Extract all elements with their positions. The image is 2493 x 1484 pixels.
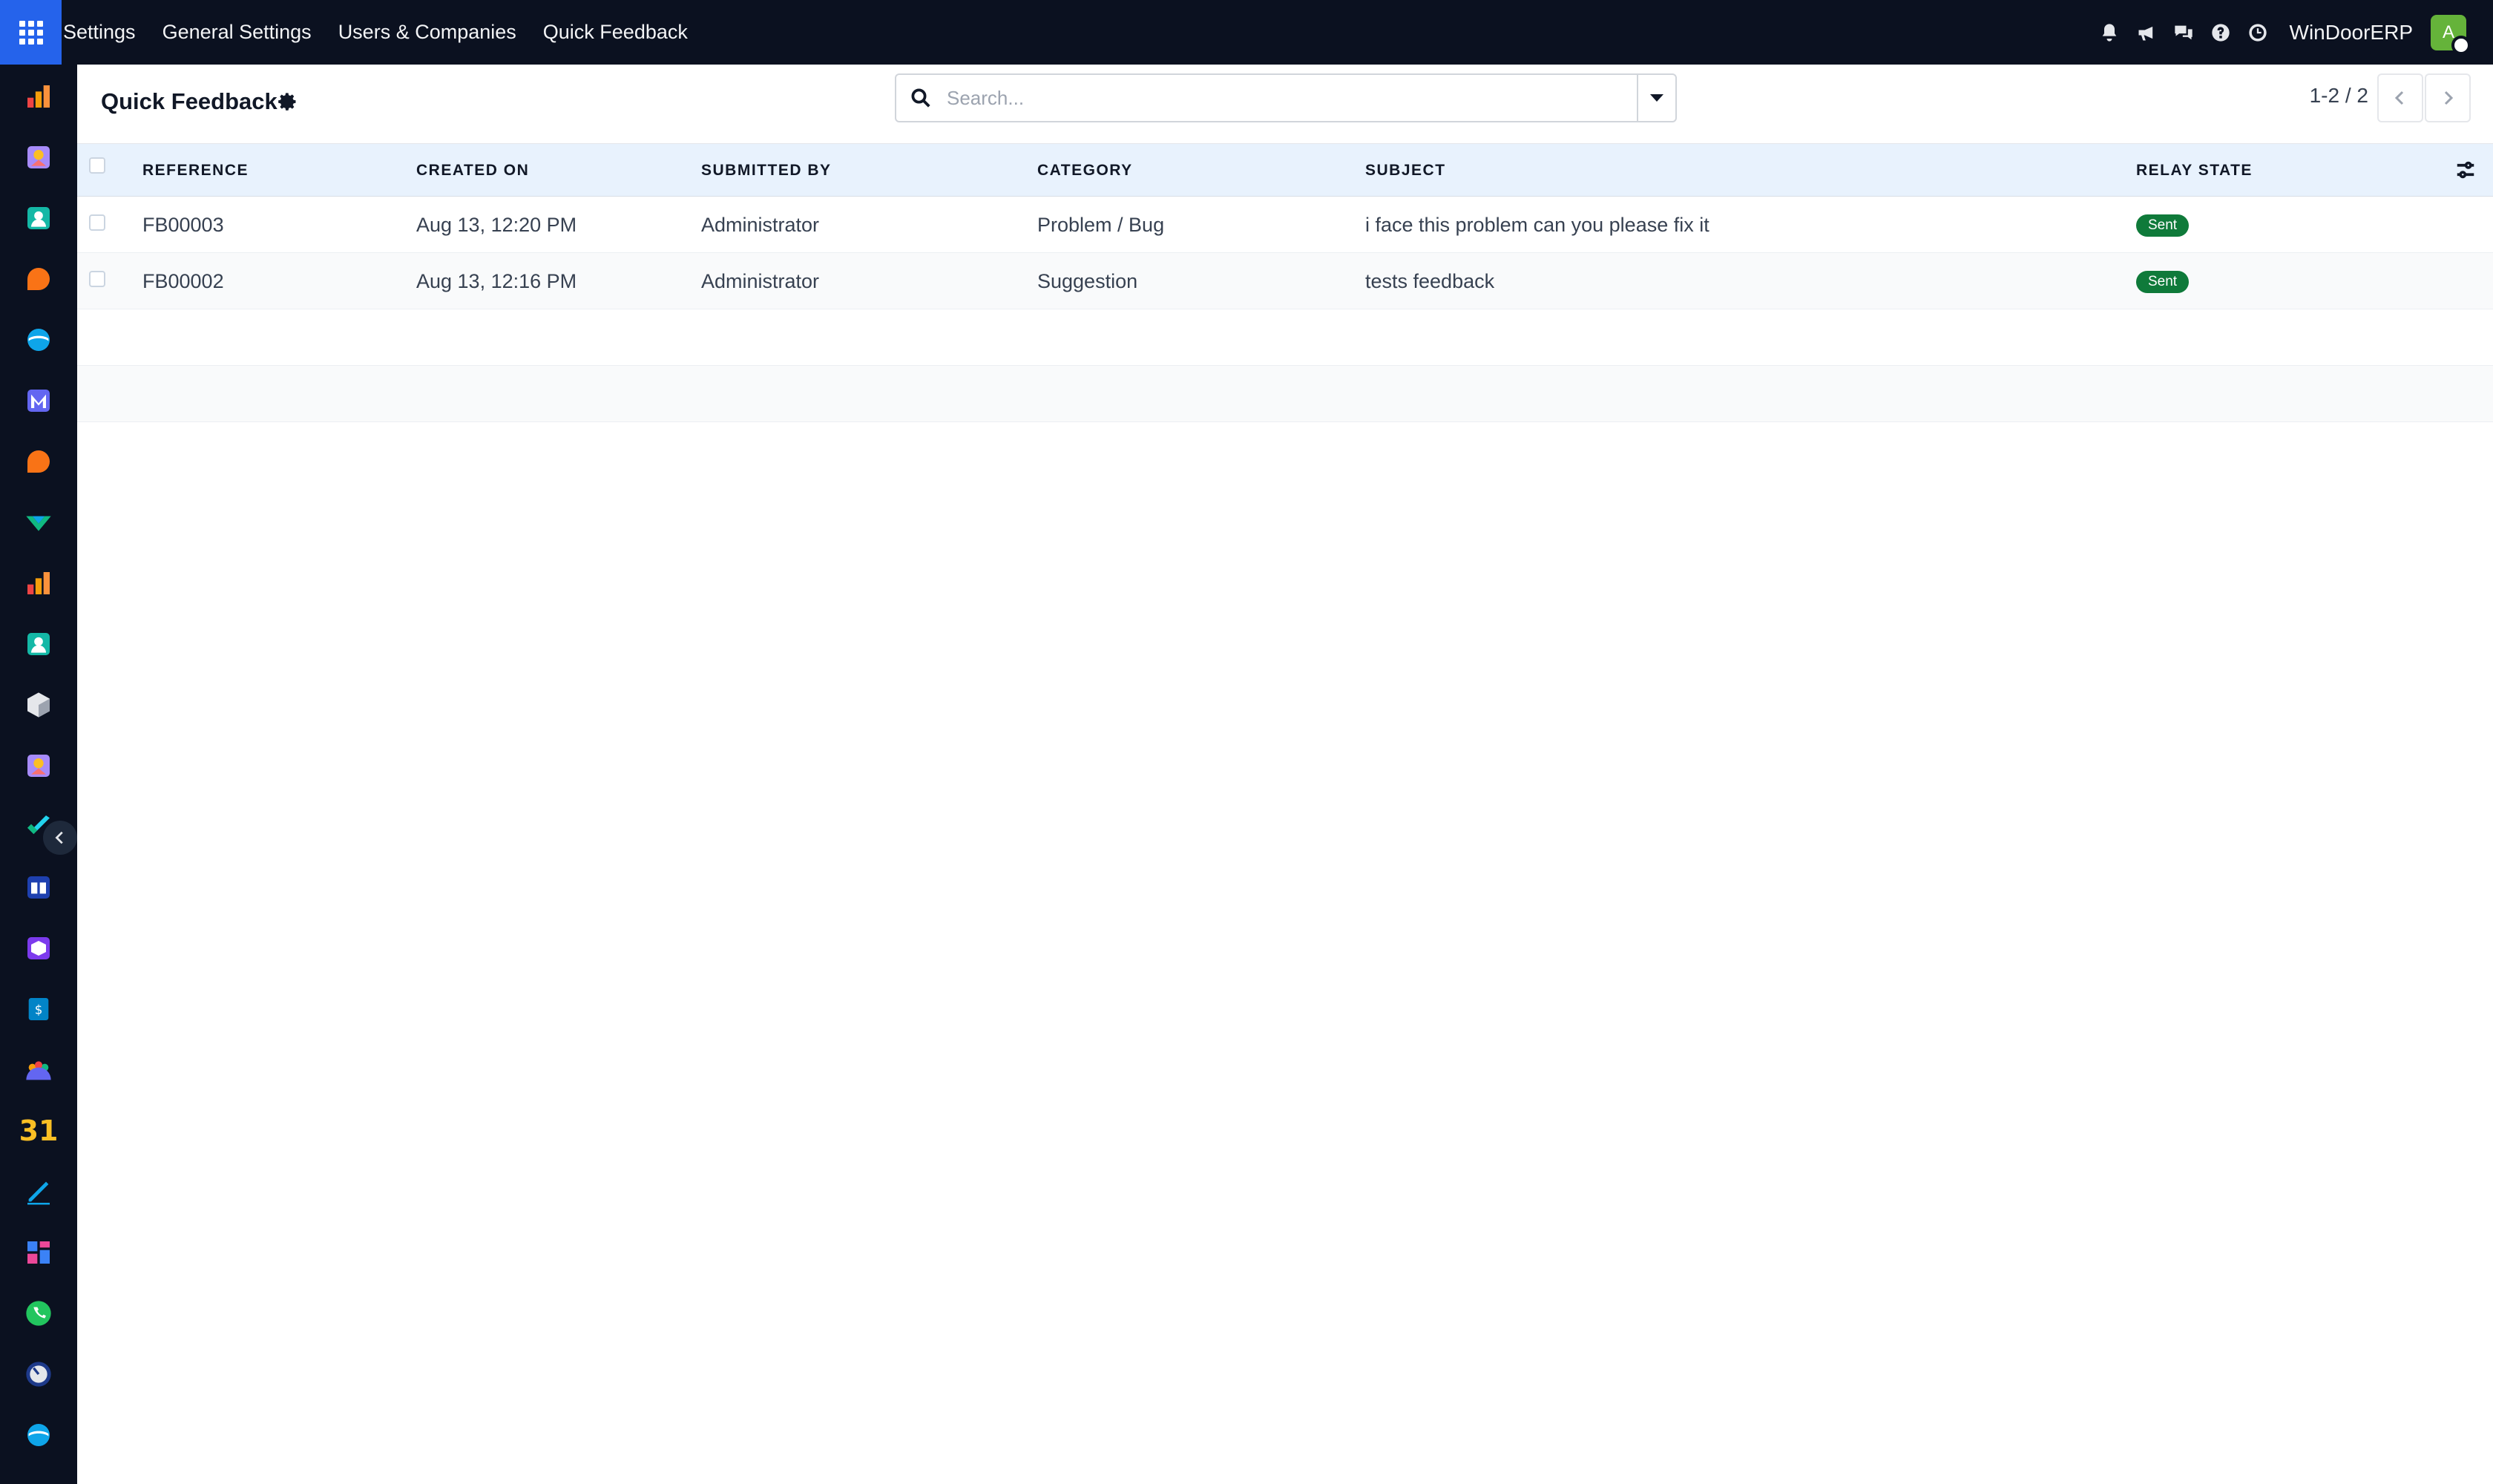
sliders-icon[interactable] — [2454, 159, 2478, 183]
status-badge: Sent — [2136, 214, 2190, 237]
cell-submitted-by: Administrator — [701, 270, 820, 292]
company-switcher[interactable]: WinDoorERP — [2276, 21, 2431, 45]
select-all-checkbox[interactable] — [89, 157, 105, 174]
status-badge: Sent — [2136, 271, 2190, 293]
gear-icon[interactable] — [277, 91, 300, 114]
chat-icon[interactable] — [2165, 0, 2202, 65]
cell-category: Suggestion — [1037, 270, 1138, 292]
menu-quick-feedback[interactable]: Quick Feedback — [530, 21, 701, 44]
row-checkbox[interactable] — [89, 271, 105, 287]
sign-app-icon[interactable] — [22, 1175, 55, 1208]
pager-previous-button[interactable] — [2377, 73, 2423, 122]
caret-down-icon — [1650, 94, 1663, 102]
menu-general-settings[interactable]: General Settings — [149, 21, 325, 44]
invoicing-app-icon[interactable]: $ — [22, 993, 55, 1025]
cell-created-on: Aug 13, 12:20 PM — [416, 214, 577, 236]
row-checkbox[interactable] — [89, 214, 105, 231]
dashboard-app-icon[interactable] — [22, 80, 55, 113]
empty-row — [77, 366, 2493, 422]
sync-app-icon[interactable] — [22, 1419, 55, 1451]
cell-reference: FB00002 — [142, 270, 224, 292]
column-header-category[interactable]: CATEGORY — [1037, 144, 1133, 197]
app-menu-button[interactable] — [0, 0, 62, 65]
table-row[interactable]: FB00003 Aug 13, 12:20 PM Administrator P… — [77, 197, 2493, 253]
column-header-reference[interactable]: REFERENCE — [142, 144, 249, 197]
page-title: Quick Feedback — [101, 88, 277, 114]
chevron-left-icon — [2394, 91, 2404, 105]
table-row[interactable]: FB00002 Aug 13, 12:16 PM Administrator S… — [77, 253, 2493, 309]
contacts-app-icon[interactable] — [22, 141, 55, 174]
menu-users-companies[interactable]: Users & Companies — [325, 21, 530, 44]
dashboard-app-icon[interactable] — [22, 567, 55, 600]
calendar-app-icon[interactable]: 31 — [19, 1114, 59, 1147]
search-input[interactable] — [947, 82, 1615, 114]
cell-submitted-by: Administrator — [701, 214, 820, 236]
systray: WinDoorERP A — [2091, 0, 2493, 65]
menu-settings[interactable]: Settings — [62, 21, 149, 44]
app-sidebar: $ 31 — [0, 65, 77, 1484]
website-app-icon[interactable] — [22, 1236, 55, 1269]
cell-subject: i face this problem can you please fix i… — [1365, 214, 1709, 236]
search-options-toggle[interactable] — [1637, 75, 1675, 121]
control-panel: Quick Feedback 1-2 / 2 — [77, 65, 2493, 143]
sidebar-collapse-button[interactable] — [43, 821, 77, 855]
knowledge-app-icon[interactable] — [22, 871, 55, 904]
list-table: REFERENCE CREATED ON SUBMITTED BY CATEGO… — [77, 143, 2493, 422]
chevron-left-icon — [55, 831, 63, 844]
search-bar — [895, 73, 1677, 122]
column-header-relay-state[interactable]: RELAY STATE — [2136, 144, 2253, 197]
employees-app-icon[interactable] — [22, 628, 55, 660]
cell-subject: tests feedback — [1365, 270, 1495, 292]
employees-app-icon[interactable] — [22, 202, 55, 234]
pager-next-button[interactable] — [2425, 73, 2471, 122]
user-avatar[interactable]: A — [2431, 14, 2471, 55]
sync-app-icon[interactable] — [22, 324, 55, 356]
top-navbar: Settings General Settings Users & Compan… — [0, 0, 2493, 65]
sales-app-icon[interactable] — [22, 506, 55, 539]
megaphone-icon[interactable] — [2128, 0, 2165, 65]
column-header-subject[interactable]: SUBJECT — [1365, 144, 1446, 197]
products-app-icon[interactable] — [22, 932, 55, 965]
calendar-number: 31 — [19, 1114, 59, 1147]
contacts-app-icon[interactable] — [22, 749, 55, 782]
svg-text:$: $ — [35, 1003, 43, 1017]
whatsapp-app-icon[interactable] — [22, 1297, 55, 1330]
column-header-submitted-by[interactable]: SUBMITTED BY — [701, 144, 832, 197]
timer-app-icon[interactable] — [22, 1358, 55, 1391]
inventory-app-icon[interactable] — [22, 689, 55, 721]
mail-app-icon[interactable] — [22, 384, 55, 417]
main-menu: Settings General Settings Users & Compan… — [62, 0, 701, 65]
cell-category: Problem / Bug — [1037, 214, 1165, 236]
column-header-created-on[interactable]: CREATED ON — [416, 144, 529, 197]
cell-created-on: Aug 13, 12:16 PM — [416, 270, 577, 292]
team-app-icon[interactable] — [22, 1054, 55, 1086]
chevron-right-icon — [2444, 91, 2454, 105]
bell-icon[interactable] — [2091, 0, 2128, 65]
clock-icon[interactable] — [2239, 0, 2276, 65]
search-icon — [910, 87, 933, 111]
help-icon[interactable] — [2202, 0, 2239, 65]
empty-row — [77, 309, 2493, 366]
cell-reference: FB00003 — [142, 214, 224, 236]
apps-grid-icon — [19, 20, 43, 45]
discuss-app-icon[interactable] — [22, 263, 55, 295]
table-header: REFERENCE CREATED ON SUBMITTED BY CATEGO… — [77, 143, 2493, 197]
pager-value[interactable]: 1-2 / 2 — [2310, 84, 2368, 108]
status-dot — [2451, 35, 2471, 55]
discuss-app-icon[interactable] — [22, 445, 55, 478]
